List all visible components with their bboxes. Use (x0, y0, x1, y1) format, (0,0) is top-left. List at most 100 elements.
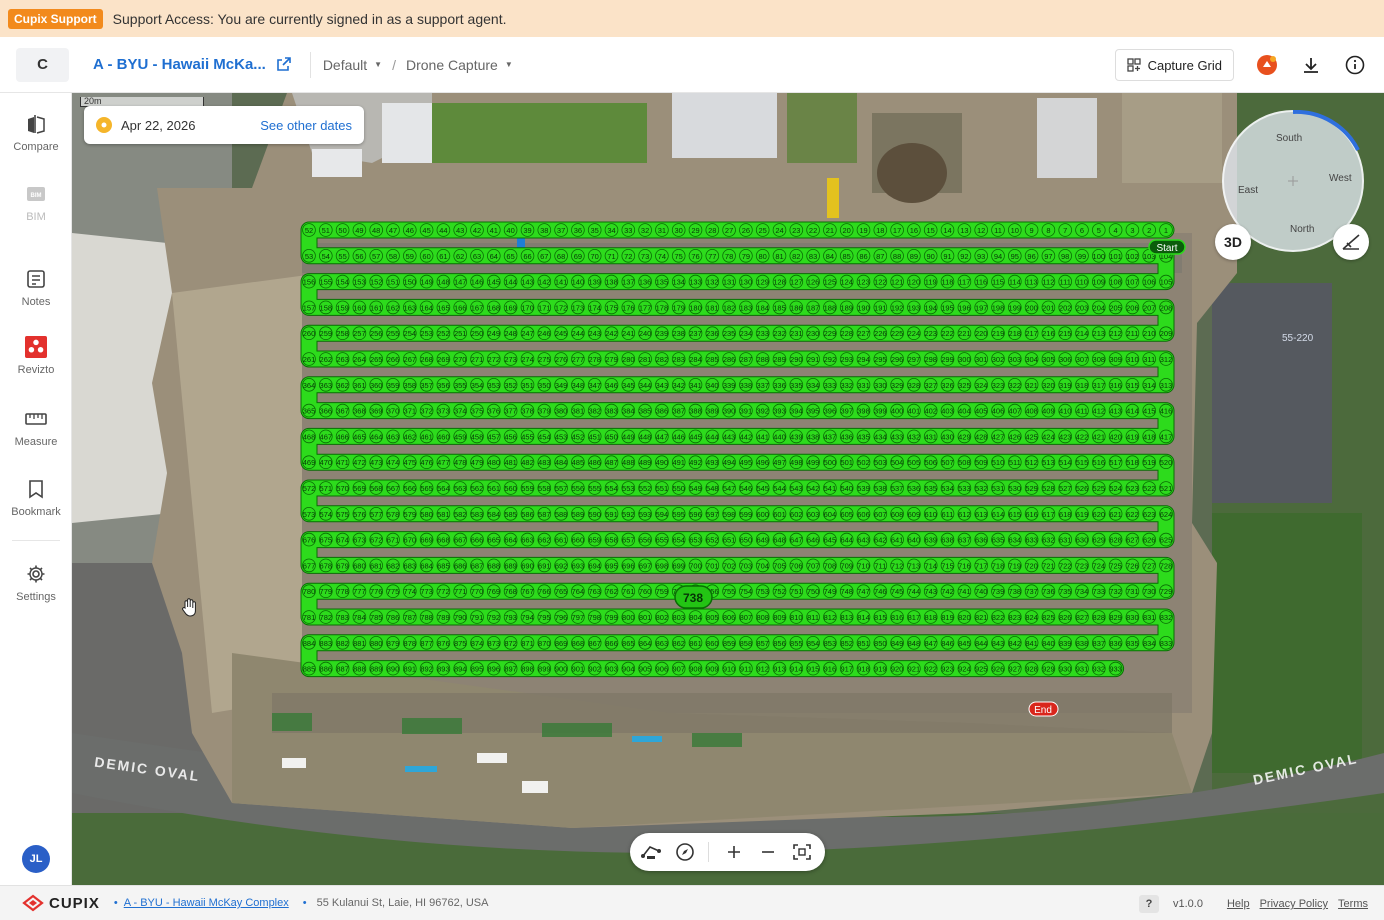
sidebar-item-compare[interactable]: Compare (0, 113, 72, 153)
capture-point-number: 173 (572, 303, 585, 312)
tilt-button[interactable] (1333, 224, 1369, 260)
capture-point-number: 817 (908, 613, 921, 622)
capture-point-number: 3 (1130, 226, 1134, 235)
capture-point-number: 422 (1076, 432, 1089, 441)
capture-point-number: 913 (773, 665, 786, 674)
capture-point-number: 284 (689, 355, 702, 364)
capture-point-number: 581 (437, 510, 450, 519)
capture-point-number: 221 (958, 329, 971, 338)
capture-point-number: 396 (824, 407, 837, 416)
terms-link[interactable]: Terms (1338, 898, 1368, 910)
toolbar-divider (708, 842, 709, 862)
capture-point-number: 586 (521, 510, 534, 519)
zoom-out-icon[interactable] (757, 841, 779, 863)
start-marker[interactable]: Start (1148, 239, 1186, 255)
capture-point-number: 429 (958, 432, 971, 441)
toggle-3d-button[interactable]: 3D (1215, 224, 1251, 260)
zoom-in-icon[interactable] (723, 841, 745, 863)
capture-point-number: 365 (303, 407, 316, 416)
capture-point-number: 921 (908, 665, 921, 674)
map-viewport[interactable]: 1 2 3 4 5 6 7 8 9 10 11 12 13 14 15 16 17 18 19 20 21 22 23 24 2… (72, 93, 1384, 885)
capture-point-number: 583 (471, 510, 484, 519)
capture-point-number: 755 (723, 587, 736, 596)
capture-point-number: 386 (656, 407, 669, 416)
capture-point-number: 826 (1059, 613, 1072, 622)
capture-point-number: 48 (372, 226, 380, 235)
project-name-link[interactable]: A - BYU - Hawaii McKa... (93, 56, 266, 73)
capture-point-number: 803 (672, 613, 685, 622)
capture-point-number: 309 (1109, 355, 1122, 364)
capture-point-number: 887 (336, 665, 349, 674)
compass-icon[interactable] (674, 841, 696, 863)
capture-grid-button[interactable]: Capture Grid (1114, 49, 1234, 81)
capture-point-number: 919 (874, 665, 887, 674)
sidebar-item-measure[interactable]: Measure (0, 408, 72, 448)
capture-point-number: 518 (1126, 458, 1139, 467)
sidebar-item-bim[interactable]: BIM BIM (0, 183, 72, 223)
capture-point-number: 289 (773, 355, 786, 364)
capture-point-number: 600 (756, 510, 769, 519)
footer-bullet: • (113, 897, 118, 909)
capture-point-number: 344 (639, 381, 652, 390)
capture-point-number: 687 (471, 561, 484, 570)
workspace-logo-button[interactable]: C (16, 47, 69, 82)
capture-point-number: 65 (506, 252, 514, 261)
help-link[interactable]: Help (1227, 898, 1250, 910)
capture-point-number: 418 (1143, 432, 1156, 441)
fit-view-icon[interactable] (791, 841, 813, 863)
capture-point-number: 807 (740, 613, 753, 622)
sidebar-item-bookmark[interactable]: Bookmark (0, 478, 72, 518)
capture-point-number: 477 (437, 458, 450, 467)
capture-point-number: 116 (975, 278, 987, 287)
sidebar-item-settings[interactable]: Settings (0, 563, 72, 603)
capture-point-number: 353 (488, 381, 501, 390)
capture-point-number: 261 (303, 355, 316, 364)
download-icon[interactable] (1300, 54, 1322, 76)
capture-point-number: 375 (471, 407, 484, 416)
capture-point-number: 306 (1059, 355, 1072, 364)
user-avatar[interactable]: JL (22, 845, 50, 873)
capture-point-number: 260 (303, 329, 316, 338)
footer-project-link[interactable]: A - BYU - Hawaii McKay Complex (124, 897, 289, 909)
capture-point-number: 347 (588, 381, 601, 390)
view-dropdown[interactable]: Default ▼ (323, 57, 382, 73)
capture-point-number: 182 (723, 303, 736, 312)
help-question-button[interactable]: ? (1138, 895, 1159, 913)
capture-point-number: 873 (488, 639, 501, 648)
capture-point-number: 528 (1042, 484, 1055, 493)
drone-path-icon[interactable] (640, 841, 662, 863)
highlighted-capture-point[interactable]: 738 (674, 585, 713, 609)
capture-point-number: 123 (857, 278, 870, 287)
capture-point-number: 860 (706, 639, 719, 648)
capture-point-number: 124 (840, 278, 853, 287)
capture-point-number: 579 (404, 510, 417, 519)
capture-point-number: 215 (1059, 329, 1072, 338)
see-other-dates-link[interactable]: See other dates (260, 118, 352, 133)
capture-point-number: 55 (338, 252, 346, 261)
capture-point-number: 298 (924, 355, 937, 364)
capture-point-number: 271 (471, 355, 484, 364)
capture-point-number: 601 (773, 510, 786, 519)
capture-point-number: 678 (320, 561, 333, 570)
capture-point-number: 516 (1093, 458, 1106, 467)
capture-point-number: 883 (320, 639, 333, 648)
capture-point-number: 457 (488, 432, 501, 441)
capture-point-number: 144 (504, 278, 517, 287)
sidebar-item-revizto[interactable]: Revizto (0, 336, 72, 376)
info-icon[interactable] (1344, 54, 1366, 76)
integration-icon[interactable] (1256, 54, 1278, 76)
capture-point-number: 175 (605, 303, 618, 312)
footer-bullet: • (302, 897, 307, 909)
end-marker[interactable]: End (1028, 701, 1059, 717)
capture-point-number: 776 (370, 587, 383, 596)
capture-dropdown[interactable]: Drone Capture ▼ (406, 57, 513, 73)
capture-point-number: 332 (840, 381, 853, 390)
capture-point-number: 262 (320, 355, 333, 364)
capture-label: Drone Capture (405, 56, 498, 73)
privacy-policy-link[interactable]: Privacy Policy (1260, 898, 1328, 910)
sidebar-item-notes[interactable]: Notes (0, 268, 72, 308)
external-link-icon[interactable] (276, 56, 294, 74)
capture-point-number: 186 (790, 303, 803, 312)
capture-point-number: 164 (420, 303, 433, 312)
capture-point-number: 178 (656, 303, 669, 312)
